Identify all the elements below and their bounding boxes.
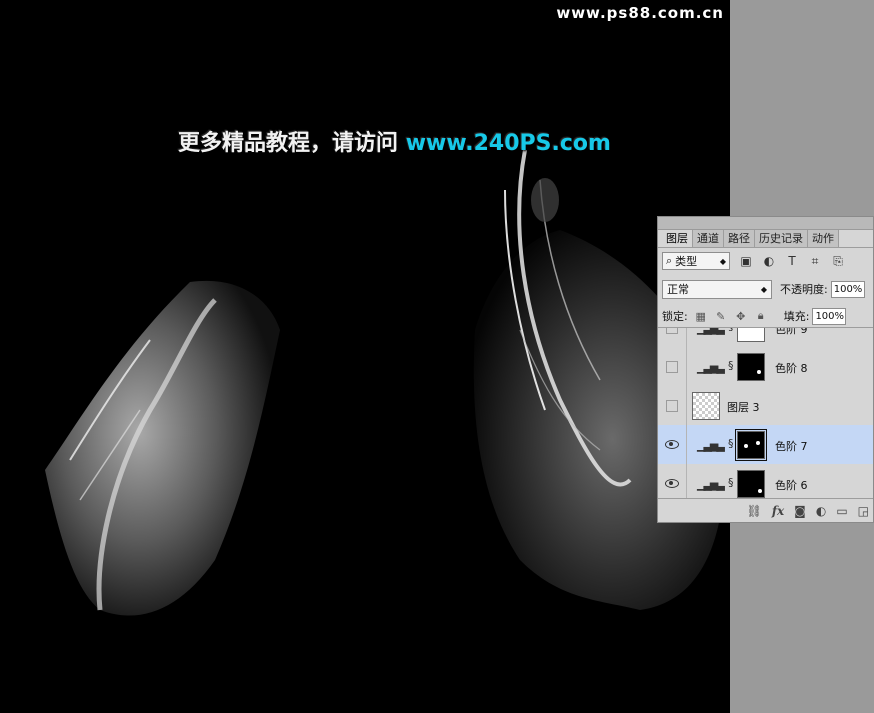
hidden-box-icon	[666, 328, 678, 334]
chevron-updown-icon: ◆	[719, 256, 726, 266]
blend-mode-select[interactable]: 正常 ◆	[662, 279, 772, 299]
mask-thumbnail[interactable]	[737, 470, 765, 498]
lock-row: 锁定: ▦ ✎ ✥ 🔒︎ 填充: 100%	[662, 307, 873, 325]
promo-text: 更多精品教程，请访问	[178, 131, 399, 156]
filter-row: ⌕ 类型 ◆ ▣ ◐ T ⌗ ⎘	[662, 251, 869, 271]
layer-thumbnail[interactable]	[692, 392, 720, 420]
levels-icon: ▁▃▅▃	[697, 478, 725, 491]
new-layer-icon[interactable]: ◲	[858, 504, 869, 518]
tab-actions[interactable]: 动作	[808, 230, 839, 247]
eye-icon	[665, 479, 679, 488]
layer-list[interactable]: ▁▃▅▃ § 色阶 9 ▁▃▅▃ § 色阶 8 图层 3 ▁▃▅▃ § 色阶 7…	[658, 327, 873, 498]
link-layers-icon[interactable]: ⛓	[747, 504, 762, 518]
visibility-toggle[interactable]	[658, 328, 687, 347]
visibility-toggle[interactable]	[658, 464, 687, 498]
layer-name: 图层 3	[727, 401, 760, 414]
tab-channels[interactable]: 通道	[693, 230, 724, 247]
promo-banner: 更多精品教程，请访问 www.240PS.com	[178, 125, 611, 157]
visibility-toggle[interactable]	[658, 425, 687, 464]
lock-paint-icon[interactable]: ✎	[714, 310, 728, 323]
layer-name: 色阶 9	[775, 327, 808, 336]
tabs-divider	[658, 247, 873, 248]
lock-label: 锁定:	[662, 310, 688, 323]
mask-thumbnail[interactable]	[737, 328, 765, 342]
panel-bottom-bar: ⛓ fx ◙ ◐ ▭ ◲	[658, 498, 873, 523]
levels-icon: ▁▃▅▃	[697, 439, 725, 452]
layer-kind-label: 类型	[675, 255, 698, 268]
mask-thumbnail[interactable]	[737, 353, 765, 381]
adjustment-filter-icon[interactable]: ◐	[762, 254, 776, 268]
levels-icon: ▁▃▅▃	[697, 361, 725, 374]
search-icon: ⌕	[666, 254, 673, 267]
layer-row[interactable]: 图层 3	[658, 386, 873, 426]
lock-position-icon[interactable]: ✥	[734, 310, 748, 323]
link-icon[interactable]: §	[728, 359, 734, 372]
fill-label: 填充:	[783, 310, 810, 323]
promo-url: www.240PS.com	[405, 131, 611, 156]
layer-row[interactable]: ▁▃▅▃ § 色阶 9	[658, 327, 873, 348]
opacity-input[interactable]: 100%	[830, 280, 865, 298]
hidden-box-icon	[666, 360, 678, 373]
visibility-toggle[interactable]	[658, 347, 687, 386]
document-canvas[interactable]: www.ps88.com.cn 更多精品教程，请访问 www.240PS.com	[0, 0, 730, 713]
fill-input[interactable]: 100%	[812, 307, 847, 325]
link-icon[interactable]: §	[728, 476, 734, 489]
fx-icon[interactable]: fx	[772, 504, 784, 518]
layer-kind-select[interactable]: ⌕ 类型 ◆	[662, 252, 730, 270]
layer-name: 色阶 7	[775, 440, 808, 453]
shape-filter-icon[interactable]: ⌗	[808, 254, 822, 268]
new-adjustment-icon[interactable]: ◐	[816, 504, 826, 518]
layer-row[interactable]: ▁▃▅▃ § 色阶 8	[658, 347, 873, 387]
layer-name: 色阶 8	[775, 362, 808, 375]
link-icon[interactable]: §	[728, 328, 734, 333]
panel-grip[interactable]	[658, 217, 873, 230]
layer-name: 色阶 6	[775, 479, 808, 492]
eye-icon	[665, 440, 679, 449]
new-group-icon[interactable]: ▭	[836, 504, 847, 518]
blend-row: 正常 ◆ 不透明度: 100%	[662, 279, 873, 299]
tab-paths[interactable]: 路径	[724, 230, 755, 247]
tab-layers[interactable]: 图层	[662, 230, 693, 247]
hidden-box-icon	[666, 399, 678, 412]
link-icon[interactable]: §	[728, 437, 734, 450]
visibility-toggle[interactable]	[658, 386, 687, 425]
panel-tabs: 图层 通道 路径 历史记录 动作	[662, 230, 839, 247]
add-mask-icon[interactable]: ◙	[794, 504, 806, 518]
layer-row[interactable]: ▁▃▅▃ § 色阶 6	[658, 464, 873, 498]
layer-row-selected[interactable]: ▁▃▅▃ § 色阶 7	[658, 425, 873, 465]
smart-object-filter-icon[interactable]: ⎘	[831, 254, 845, 268]
tab-history[interactable]: 历史记录	[755, 230, 808, 247]
chevron-updown-icon: ◆	[760, 284, 767, 294]
type-filter-icon[interactable]: T	[785, 254, 799, 268]
horse-mask-image	[45, 149, 726, 616]
image-filter-icon[interactable]: ▣	[739, 254, 753, 268]
lock-all-icon[interactable]: 🔒︎	[754, 309, 768, 323]
site-watermark: www.ps88.com.cn	[556, 4, 724, 22]
layers-panel: 图层 通道 路径 历史记录 动作 ⌕ 类型 ◆ ▣ ◐ T ⌗ ⎘ 正常 ◆ 不…	[657, 216, 874, 523]
opacity-label: 不透明度:	[780, 283, 828, 296]
levels-icon: ▁▃▅▃	[697, 327, 725, 335]
lock-transparency-icon[interactable]: ▦	[694, 310, 708, 323]
blend-mode-value: 正常	[667, 283, 689, 296]
mask-thumbnail[interactable]	[735, 429, 767, 461]
